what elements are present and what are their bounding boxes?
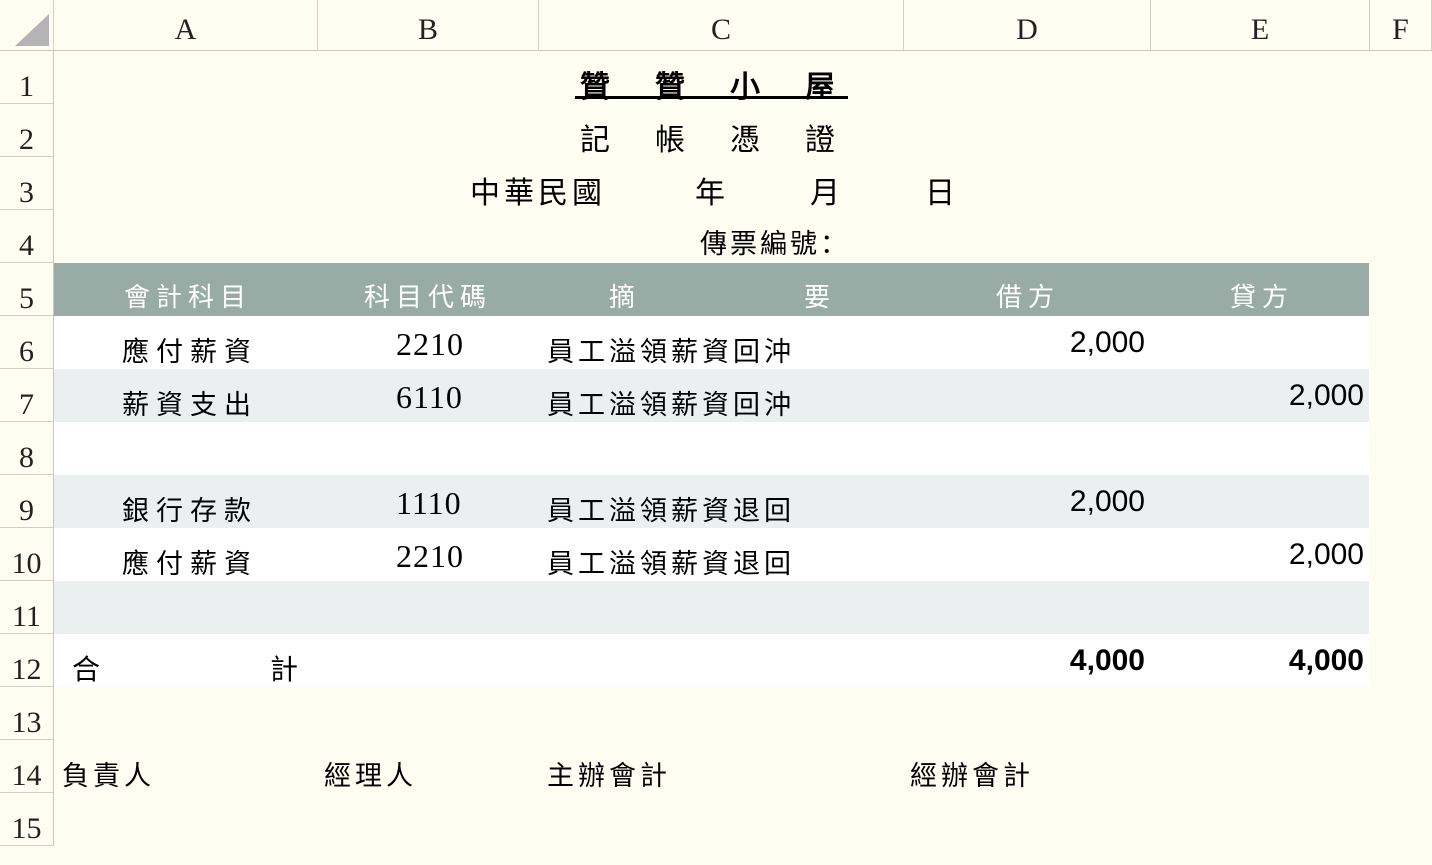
header-summary-right: 要: [804, 283, 837, 313]
total-label-left[interactable]: 合: [72, 648, 107, 688]
entry-4-summary[interactable]: 員工溢領薪資退回: [547, 489, 795, 528]
row-header-11[interactable]: 11: [0, 581, 54, 634]
row-header-14[interactable]: 14: [0, 740, 54, 793]
header-credit[interactable]: 貸方: [1230, 277, 1294, 314]
row-header-1[interactable]: 1: [0, 51, 54, 104]
spreadsheet-grid: A B C D E F 1 2 3 4 5 6 7 8 9 10 11 12 1…: [0, 0, 1432, 856]
voucher-number-label[interactable]: 傳票編號：: [700, 222, 850, 261]
voucher-subtitle[interactable]: 記帳憑證: [580, 115, 835, 159]
total-credit[interactable]: 4,000: [1151, 644, 1364, 678]
column-header-a[interactable]: A: [54, 0, 318, 51]
row-band-11: [54, 581, 1369, 634]
entry-5-summary[interactable]: 員工溢領薪資退回: [547, 542, 795, 581]
signature-manager[interactable]: 經理人: [324, 754, 417, 793]
signature-responsible[interactable]: 負責人: [62, 754, 155, 793]
header-debit[interactable]: 借方: [996, 277, 1060, 314]
signature-chief-accountant[interactable]: 主辦會計: [547, 754, 671, 793]
row-header-8[interactable]: 8: [0, 422, 54, 475]
row-header-5[interactable]: 5: [0, 263, 54, 316]
title-char-3: 小: [730, 70, 760, 105]
entry-2-account[interactable]: 薪資支出: [122, 383, 258, 422]
title-underline: [575, 96, 848, 99]
row-header-10[interactable]: 10: [0, 528, 54, 581]
row-header-9[interactable]: 9: [0, 475, 54, 528]
entry-2-code[interactable]: 6110: [396, 379, 463, 416]
signature-accountant[interactable]: 經辦會計: [910, 754, 1034, 793]
date-day[interactable]: 日: [925, 168, 962, 212]
voucher-title[interactable]: 贊贊小屋: [580, 62, 835, 106]
total-debit[interactable]: 4,000: [904, 644, 1145, 678]
column-header-f[interactable]: F: [1370, 0, 1432, 51]
subtitle-char-3: 憑: [730, 123, 760, 158]
row-header-7[interactable]: 7: [0, 369, 54, 422]
entry-4-debit[interactable]: 2,000: [904, 485, 1145, 519]
date-year[interactable]: 年: [695, 168, 732, 212]
title-char-2: 贊: [655, 70, 685, 105]
row-header-6[interactable]: 6: [0, 316, 54, 369]
subtitle-char-1: 記: [580, 123, 610, 158]
entry-1-account[interactable]: 應付薪資: [122, 330, 258, 369]
entry-5-account[interactable]: 應付薪資: [122, 542, 258, 581]
subtitle-char-2: 帳: [655, 123, 685, 158]
entry-2-summary[interactable]: 員工溢領薪資回沖: [547, 383, 795, 422]
row-header-12[interactable]: 12: [0, 634, 54, 687]
column-header-e[interactable]: E: [1151, 0, 1370, 51]
row-header-13[interactable]: 13: [0, 687, 54, 740]
select-all-button[interactable]: [0, 0, 54, 51]
title-char-4: 屋: [805, 70, 835, 105]
row-header-4[interactable]: 4: [0, 210, 54, 263]
row-header-15[interactable]: 15: [0, 793, 54, 846]
date-era[interactable]: 中華民國: [470, 168, 606, 212]
column-header-b[interactable]: B: [318, 0, 539, 51]
row-header-2[interactable]: 2: [0, 104, 54, 157]
row-band-8: [54, 422, 1369, 475]
entry-4-code[interactable]: 1110: [396, 485, 462, 522]
row-header-3[interactable]: 3: [0, 157, 54, 210]
title-char-1: 贊: [580, 70, 610, 105]
entry-1-summary[interactable]: 員工溢領薪資回沖: [547, 330, 795, 369]
entry-5-code[interactable]: 2210: [396, 538, 464, 575]
column-header-c[interactable]: C: [539, 0, 904, 51]
header-account[interactable]: 會計科目: [124, 277, 252, 314]
entry-4-account[interactable]: 銀行存款: [122, 489, 258, 528]
header-code[interactable]: 科目代碼: [364, 277, 492, 314]
subtitle-char-4: 證: [805, 123, 835, 158]
total-label-right: 計: [270, 653, 306, 686]
date-month[interactable]: 月: [810, 168, 847, 212]
header-summary-left[interactable]: 摘: [609, 277, 641, 314]
entry-2-credit[interactable]: 2,000: [1151, 379, 1364, 413]
entry-1-debit[interactable]: 2,000: [904, 326, 1145, 360]
entry-5-credit[interactable]: 2,000: [1151, 538, 1364, 572]
column-header-d[interactable]: D: [904, 0, 1151, 51]
entry-1-code[interactable]: 2210: [396, 326, 464, 363]
